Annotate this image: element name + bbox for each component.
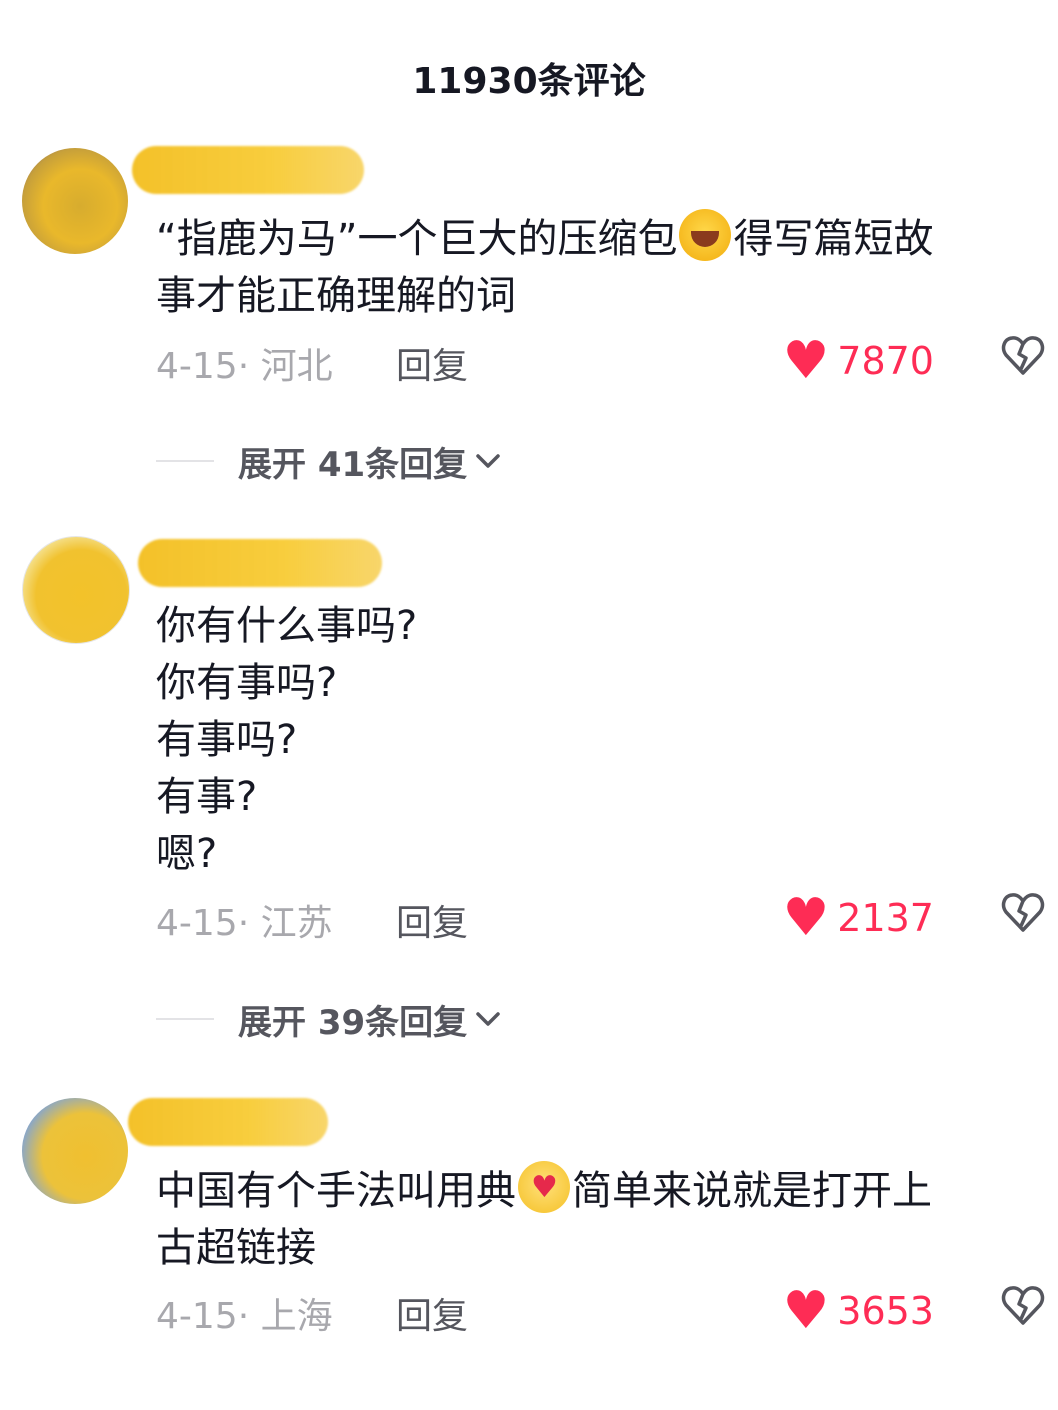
username-redacted	[138, 539, 382, 587]
like-button[interactable]: ♥ 2137	[783, 892, 934, 944]
broken-heart-icon[interactable]	[1000, 890, 1046, 936]
avatar[interactable]	[22, 148, 128, 254]
comments-count-title: 11930条评论	[412, 61, 646, 102]
hugging-heart-emoji-icon	[518, 1161, 570, 1213]
broken-heart-icon[interactable]	[1000, 1283, 1046, 1329]
reply-button[interactable]: 回复	[396, 337, 468, 389]
like-count: 3653	[837, 1289, 934, 1333]
chevron-down-icon	[476, 1012, 500, 1026]
date-location: 4-15· 江苏	[156, 903, 333, 944]
comment-text: “指鹿为马”一个巨大的压缩包 得写篇短故 事才能正确理解的词	[156, 209, 1041, 325]
avatar[interactable]	[22, 1098, 128, 1204]
like-button[interactable]: ♥ 3653	[783, 1285, 934, 1337]
expand-replies-button[interactable]: 展开 39条回复	[156, 994, 503, 1044]
divider	[156, 460, 214, 462]
avatar[interactable]	[22, 536, 130, 644]
heart-icon: ♥	[782, 888, 830, 948]
like-count: 7870	[837, 339, 934, 383]
divider	[156, 1018, 214, 1020]
heart-icon: ♥	[782, 1281, 830, 1341]
broken-heart-icon[interactable]	[1000, 333, 1046, 379]
reply-button[interactable]: 回复	[396, 894, 468, 946]
like-button[interactable]: ♥ 7870	[783, 335, 934, 387]
date-location: 4-15· 河北	[156, 346, 333, 387]
username-redacted	[132, 146, 364, 194]
date-location: 4-15· 上海	[156, 1296, 333, 1337]
chevron-down-icon	[476, 454, 500, 468]
heart-icon: ♥	[782, 331, 830, 391]
comment-text: 你有什么事吗? 你有事吗? 有事吗? 有事? 嗯?	[156, 603, 418, 877]
expand-replies-button[interactable]: 展开 41条回复	[156, 436, 503, 486]
reply-button[interactable]: 回复	[396, 1287, 468, 1339]
comment-meta: 4-15· 江苏 回复 ♥ 2137	[156, 892, 1046, 946]
like-count: 2137	[837, 896, 934, 940]
comment-text: 中国有个手法叫用典简单来说就是打开上 古超链接	[156, 1161, 1041, 1277]
username-redacted	[128, 1098, 328, 1146]
comment-meta: 4-15· 河北 回复 ♥ 7870	[156, 335, 1046, 389]
comment-meta: 4-15· 上海 回复 ♥ 3653	[156, 1285, 1046, 1339]
laughing-crying-emoji-icon	[679, 209, 732, 261]
